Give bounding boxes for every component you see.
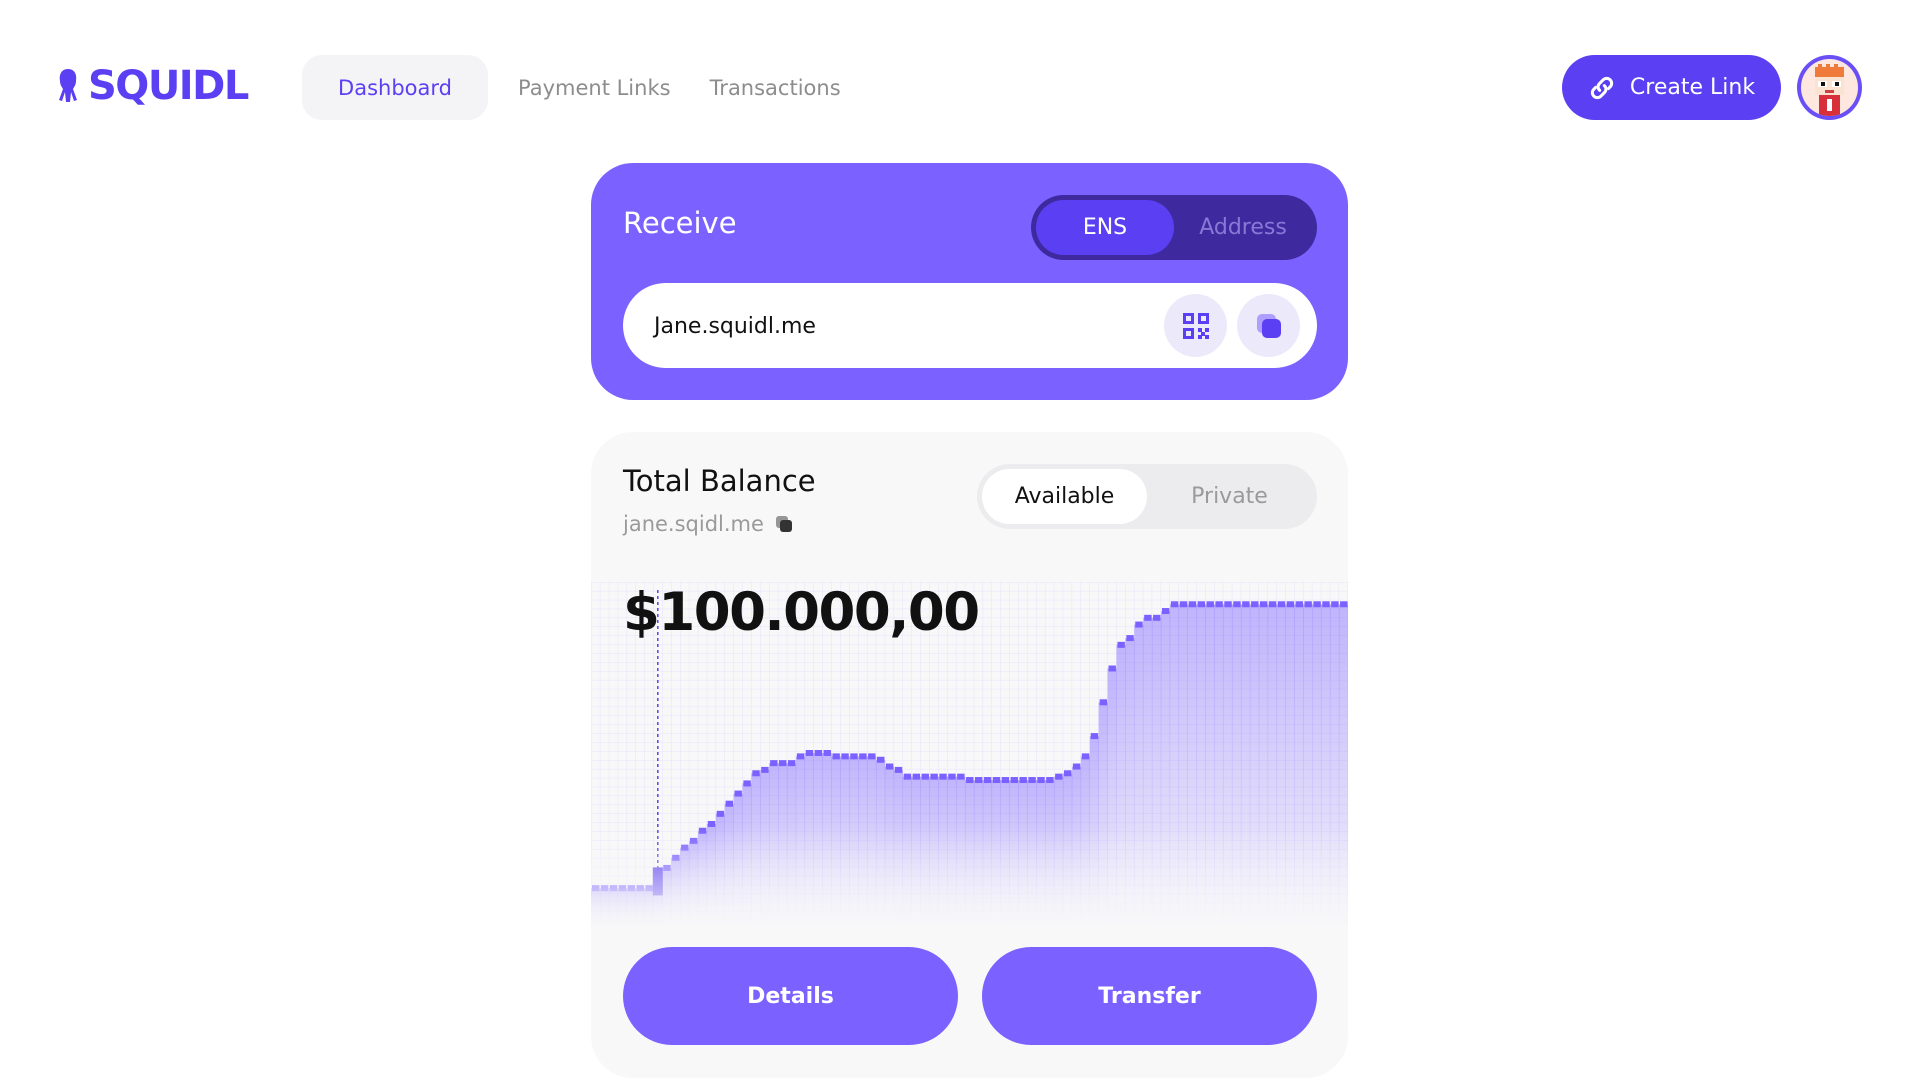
nav-dashboard[interactable]: Dashboard (302, 55, 488, 120)
squidl-logo[interactable]: SQUIDL (54, 62, 249, 110)
toggle-address[interactable]: Address (1174, 200, 1312, 255)
nav-payment-links[interactable]: Payment Links (518, 55, 671, 120)
balance-amount: $100.000,00 (623, 582, 980, 643)
toggle-private[interactable]: Private (1147, 469, 1312, 524)
avatar[interactable] (1797, 55, 1862, 120)
balance-ens: jane.sqidl.me (623, 512, 794, 536)
balance-type-toggle: Available Private (977, 464, 1317, 529)
qr-code-button[interactable] (1164, 294, 1227, 357)
create-link-label: Create Link (1629, 75, 1756, 100)
ens-address-value: Jane.squidl.me (654, 314, 816, 339)
nav-transactions[interactable]: Transactions (710, 55, 841, 120)
receive-title: Receive (623, 206, 737, 240)
balance-ens-text: jane.sqidl.me (623, 512, 764, 536)
toggle-ens[interactable]: ENS (1036, 200, 1174, 255)
balance-card: Total Balance jane.sqidl.me Available Pr… (591, 432, 1348, 1078)
squid-icon (59, 69, 77, 102)
transfer-button[interactable]: Transfer (982, 947, 1317, 1045)
link-icon (1590, 76, 1614, 99)
ens-address-field: Jane.squidl.me (623, 283, 1317, 368)
toggle-available[interactable]: Available (982, 469, 1147, 524)
top-bar: SQUIDL Dashboard Payment Links Transacti… (0, 0, 1920, 170)
logo-text: SQUIDL (88, 63, 249, 109)
qr-code-icon (1182, 312, 1209, 339)
details-button[interactable]: Details (623, 947, 958, 1045)
receive-mode-toggle: ENS Address (1031, 195, 1317, 260)
copy-icon[interactable] (774, 514, 794, 534)
total-balance-title: Total Balance (623, 464, 816, 498)
receive-card: Receive ENS Address Jane.squidl.me (591, 163, 1348, 400)
pixel-avatar-icon (1801, 59, 1858, 116)
create-link-button[interactable]: Create Link (1562, 55, 1781, 120)
copy-icon (1256, 313, 1281, 338)
main-nav: Dashboard Payment Links Transactions (302, 55, 880, 120)
copy-ens-button[interactable] (1237, 294, 1300, 357)
